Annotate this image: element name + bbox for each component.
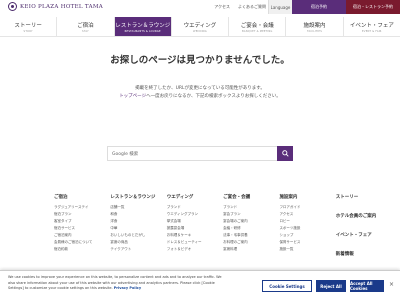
nav-item-label: ご宴会・会議 [240, 22, 274, 29]
cookie-banner: We use cookies to improve your experienc… [0, 270, 400, 300]
access-link[interactable]: アクセス [214, 4, 230, 10]
footer-link[interactable]: 宴会プラン [223, 211, 279, 218]
cookie-text: We use cookies to improve your experienc… [8, 275, 228, 292]
footer-heading[interactable]: レストラン＆ラウンジ [110, 194, 166, 200]
nav-item-banquet[interactable]: ご宴会・会議 BANQUET & MEETING [229, 17, 287, 36]
language-selector[interactable]: Language [268, 0, 292, 14]
nav-item-wedding[interactable]: ウエディング WEDDING [172, 17, 230, 36]
footer-news-link[interactable]: 新着情報 [336, 251, 394, 257]
footer-heading[interactable]: ご宿泊 [54, 194, 110, 200]
logo-mark-icon [8, 2, 17, 11]
footer-link[interactable]: 店舗一覧 [110, 204, 166, 211]
top-page-link[interactable]: トップページ [119, 94, 146, 99]
footer-link[interactable]: 会員様のご宿泊について [54, 239, 110, 246]
footer-link[interactable]: 宴会場のご案内 [223, 218, 279, 225]
not-found-message: 掲載を終了したか、URLが変更になっている可能性があります。 [135, 86, 265, 91]
footer-link[interactable]: 洋食 [110, 218, 166, 225]
nav-item-label: ストーリー [14, 22, 42, 29]
footer-link[interactable]: 中華 [110, 225, 166, 232]
footer-link[interactable]: 客室タイプ [54, 218, 110, 225]
footer-link[interactable]: 宿泊約款 [54, 246, 110, 253]
footer-link[interactable]: 施設一覧 [279, 246, 335, 253]
footer-link[interactable]: 会議・研修 [223, 225, 279, 232]
main-nav: ストーリー STORY ご宿泊 STAY レストラン＆ラウンジ RESTAURA… [0, 17, 400, 37]
footer-link[interactable]: 披露宴会場 [167, 225, 223, 232]
nav-item-sublabel: STORY [23, 29, 33, 33]
nav-item-story[interactable]: ストーリー STORY [0, 17, 58, 36]
nav-item-label: ウエディング [183, 22, 217, 29]
footer-link[interactable]: フロアガイド [279, 204, 335, 211]
site-search: Google 検索 [107, 146, 293, 161]
cookie-settings-button[interactable]: Cookie Settings [262, 280, 312, 292]
footer-link[interactable]: ショップ [279, 232, 335, 239]
search-input[interactable]: Google 検索 [107, 146, 277, 161]
logo-text: KEIO PLAZA HOTEL TAMA [20, 3, 104, 10]
footer-link[interactable]: 和食 [110, 211, 166, 218]
hotel-logo[interactable]: KEIO PLAZA HOTEL TAMA [8, 2, 103, 11]
nav-item-facilities[interactable]: 施設案内 FACILITIES [286, 17, 344, 36]
footer-heading[interactable]: ご宴会・会議 [223, 194, 279, 200]
footer-heading[interactable]: ウエディング [167, 194, 223, 200]
footer-link[interactable]: ウエディングプラン [167, 211, 223, 218]
footer-link[interactable]: アクセス [279, 211, 335, 218]
footer-link[interactable]: 宿泊サービス [54, 225, 110, 232]
footer-member-link[interactable]: ホテル会員のご案内 [336, 213, 394, 219]
footer-link[interactable]: 法事・弔事供養 [223, 232, 279, 239]
footer-link[interactable]: 宴席料理 [223, 246, 279, 253]
footer-link[interactable]: ご宿泊案内 [54, 232, 110, 239]
reject-all-button[interactable]: Reject All [316, 280, 346, 292]
nav-item-label: イベント・フェア [349, 22, 394, 29]
footer-link[interactable]: 宿泊プラン [54, 211, 110, 218]
nav-item-sublabel: FACILITIES [307, 29, 322, 33]
footer-link[interactable]: 保育サービス [279, 239, 335, 246]
nav-item-sublabel: WEDDING [193, 29, 207, 33]
footer-story-link[interactable]: ストーリー [336, 194, 394, 200]
stay-reserve-button[interactable]: 宿泊予約 [292, 0, 346, 14]
footer-events-link[interactable]: イベント・フェア [336, 232, 394, 238]
nav-item-sublabel: EVENT & FAIR [362, 29, 382, 33]
page: KEIO PLAZA HOTEL TAMA アクセス よくあるご質問 Langu… [0, 0, 400, 300]
close-icon[interactable]: × [389, 282, 394, 288]
footer-link[interactable]: おいしいものとだがし [110, 232, 166, 239]
not-found-hint: トップページへ一度お戻りになるか、下記の検索ボックスよりお探しください。 [0, 93, 400, 99]
nav-item-label: レストラン＆ラウンジ [115, 22, 171, 29]
not-found-hint-text: へ一度お戻りになるか、下記の検索ボックスよりお探しください。 [146, 94, 281, 99]
restaurant-reserve-button[interactable]: 宿泊・レストラン予約 [346, 0, 400, 14]
nav-item-restaurants[interactable]: レストラン＆ラウンジ RESTAURANTS & LOUNGE [114, 17, 172, 36]
footer-link[interactable]: ロビー [279, 218, 335, 225]
footer-heading[interactable]: 施設案内 [279, 194, 335, 200]
footer-link[interactable]: ラグジュアリーステイ [54, 204, 110, 211]
nav-item-sublabel: BANQUET & MEETING [242, 29, 273, 33]
top-bar: KEIO PLAZA HOTEL TAMA アクセス よくあるご質問 Langu… [0, 0, 400, 14]
footer-link[interactable]: ブランド [223, 204, 279, 211]
footer-link[interactable]: 宴席の商品 [110, 239, 166, 246]
nav-item-events[interactable]: イベント・フェア EVENT & FAIR [344, 17, 400, 36]
privacy-policy-link[interactable]: Privacy Policy [114, 286, 141, 290]
footer-link[interactable]: お料理＆ケーキ [167, 232, 223, 239]
search-button[interactable] [277, 146, 293, 161]
page-title: お探しのページは見つかりませんでした。 [110, 55, 290, 66]
utility-links: アクセス よくあるご質問 [214, 0, 266, 14]
footer-link[interactable]: テイクアウト [110, 246, 166, 253]
nav-item-sublabel: STAY [82, 29, 89, 33]
nav-item-sublabel: RESTAURANTS & LOUNGE [124, 29, 161, 33]
footer-link[interactable]: フォト＆ビデオ [167, 246, 223, 253]
faq-link[interactable]: よくあるご質問 [238, 4, 266, 10]
footer-link[interactable]: 挙式会場 [167, 218, 223, 225]
footer-link[interactable]: ブランド [167, 204, 223, 211]
footer-link[interactable]: ドレス＆ビューティー [167, 239, 223, 246]
accept-cookies-button[interactable]: Accept All Cookies [350, 280, 384, 292]
search-icon [281, 150, 289, 157]
nav-item-label: 施設案内 [303, 22, 326, 29]
footer-link[interactable]: お料理のご案内 [223, 239, 279, 246]
footer-link[interactable]: スポーツ施設 [279, 225, 335, 232]
nav-item-label: ご宿泊 [77, 22, 94, 29]
nav-item-stay[interactable]: ご宿泊 STAY [57, 17, 115, 36]
